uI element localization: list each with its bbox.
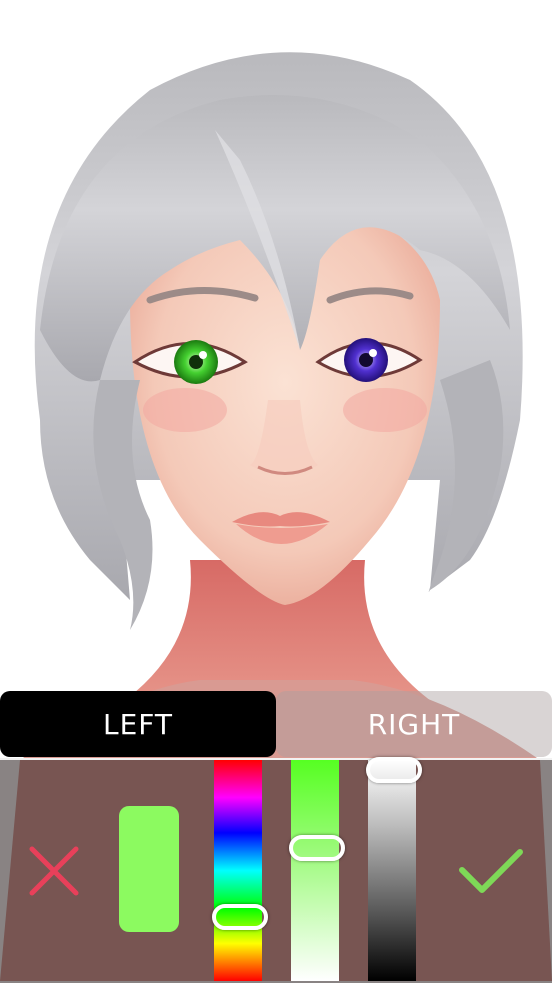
brightness-slider[interactable]	[368, 760, 416, 981]
tab-left-label: LEFT	[102, 707, 173, 741]
brightness-slider-handle[interactable]	[366, 757, 422, 783]
tab-right-label: RIGHT	[367, 707, 461, 741]
color-preview-swatch	[119, 806, 179, 932]
checkmark-icon[interactable]	[458, 846, 524, 896]
saturation-slider-handle[interactable]	[289, 835, 345, 861]
tab-right[interactable]: RIGHT	[276, 691, 552, 757]
tab-left[interactable]: LEFT	[0, 691, 276, 757]
hue-slider[interactable]	[214, 760, 262, 981]
hue-slider-handle[interactable]	[212, 904, 268, 930]
saturation-slider[interactable]	[291, 760, 339, 981]
close-icon[interactable]	[28, 845, 80, 897]
